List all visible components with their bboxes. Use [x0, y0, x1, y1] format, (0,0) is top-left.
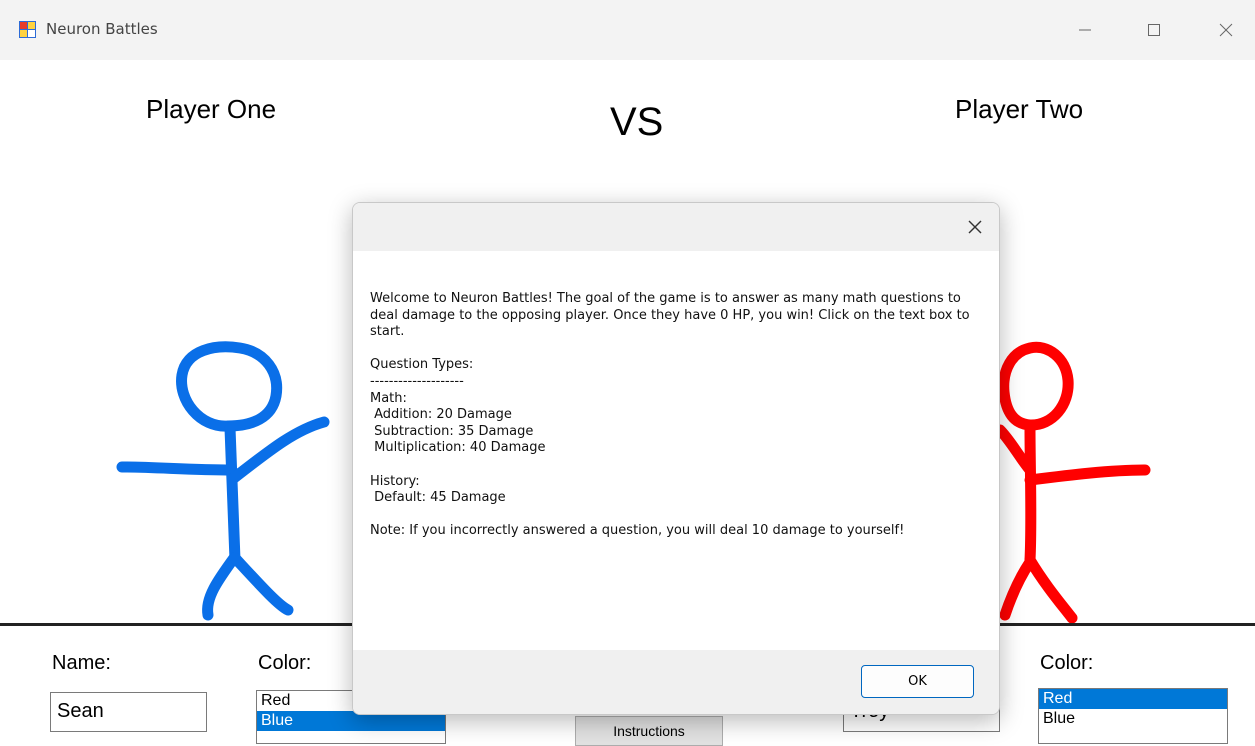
player-one-label: Player One — [146, 94, 277, 124]
app-window-icon — [19, 21, 36, 38]
p1-name-input[interactable]: Sean — [50, 692, 207, 732]
minimize-icon — [1079, 29, 1091, 31]
dialog-note: Note: If you incorrectly answered a ques… — [370, 523, 905, 539]
minimize-button[interactable] — [1065, 14, 1105, 46]
dialog-close-button[interactable] — [963, 215, 987, 239]
close-button[interactable] — [1206, 14, 1246, 46]
p2-color-listbox[interactable]: Red Blue — [1038, 688, 1228, 744]
player-two-stick-figure — [994, 341, 1151, 624]
dialog-footer: OK — [353, 650, 999, 714]
p2-color-option-red[interactable]: Red — [1039, 689, 1227, 709]
instructions-button[interactable]: Instructions — [575, 716, 723, 746]
close-icon — [1219, 23, 1233, 37]
dialog-title-bar — [353, 203, 999, 251]
maximize-button[interactable] — [1134, 14, 1174, 46]
dialog-multiplication: Multiplication: 40 Damage — [370, 440, 546, 456]
dialog-history-heading: History: — [370, 473, 420, 489]
dialog-separator: -------------------- — [370, 373, 464, 389]
window-title: Neuron Battles — [46, 20, 158, 38]
ok-button[interactable]: OK — [861, 665, 974, 698]
dialog-math-heading: Math: — [370, 390, 407, 406]
instructions-dialog: Welcome to Neuron Battles! The goal of t… — [352, 202, 1000, 715]
player-two-label: Player Two — [955, 94, 1084, 124]
player-one-stick-figure — [116, 341, 330, 621]
close-icon — [968, 220, 982, 234]
vs-label: VS — [610, 100, 664, 144]
p1-color-label: Color: — [258, 652, 312, 674]
dialog-default: Default: 45 Damage — [370, 490, 506, 506]
maximize-icon — [1148, 24, 1160, 36]
dialog-addition: Addition: 20 Damage — [370, 407, 512, 423]
dialog-message: Welcome to Neuron Battles! The goal of t… — [370, 291, 970, 540]
p2-color-label: Color: — [1040, 652, 1094, 674]
p1-name-label: Name: — [52, 652, 111, 674]
dialog-types-heading: Question Types: — [370, 357, 474, 373]
title-bar: Neuron Battles — [0, 0, 1255, 60]
dialog-intro-text: Welcome to Neuron Battles! The goal of t… — [370, 291, 974, 340]
dialog-subtraction: Subtraction: 35 Damage — [370, 423, 534, 439]
p2-color-option-blue[interactable]: Blue — [1039, 709, 1227, 729]
